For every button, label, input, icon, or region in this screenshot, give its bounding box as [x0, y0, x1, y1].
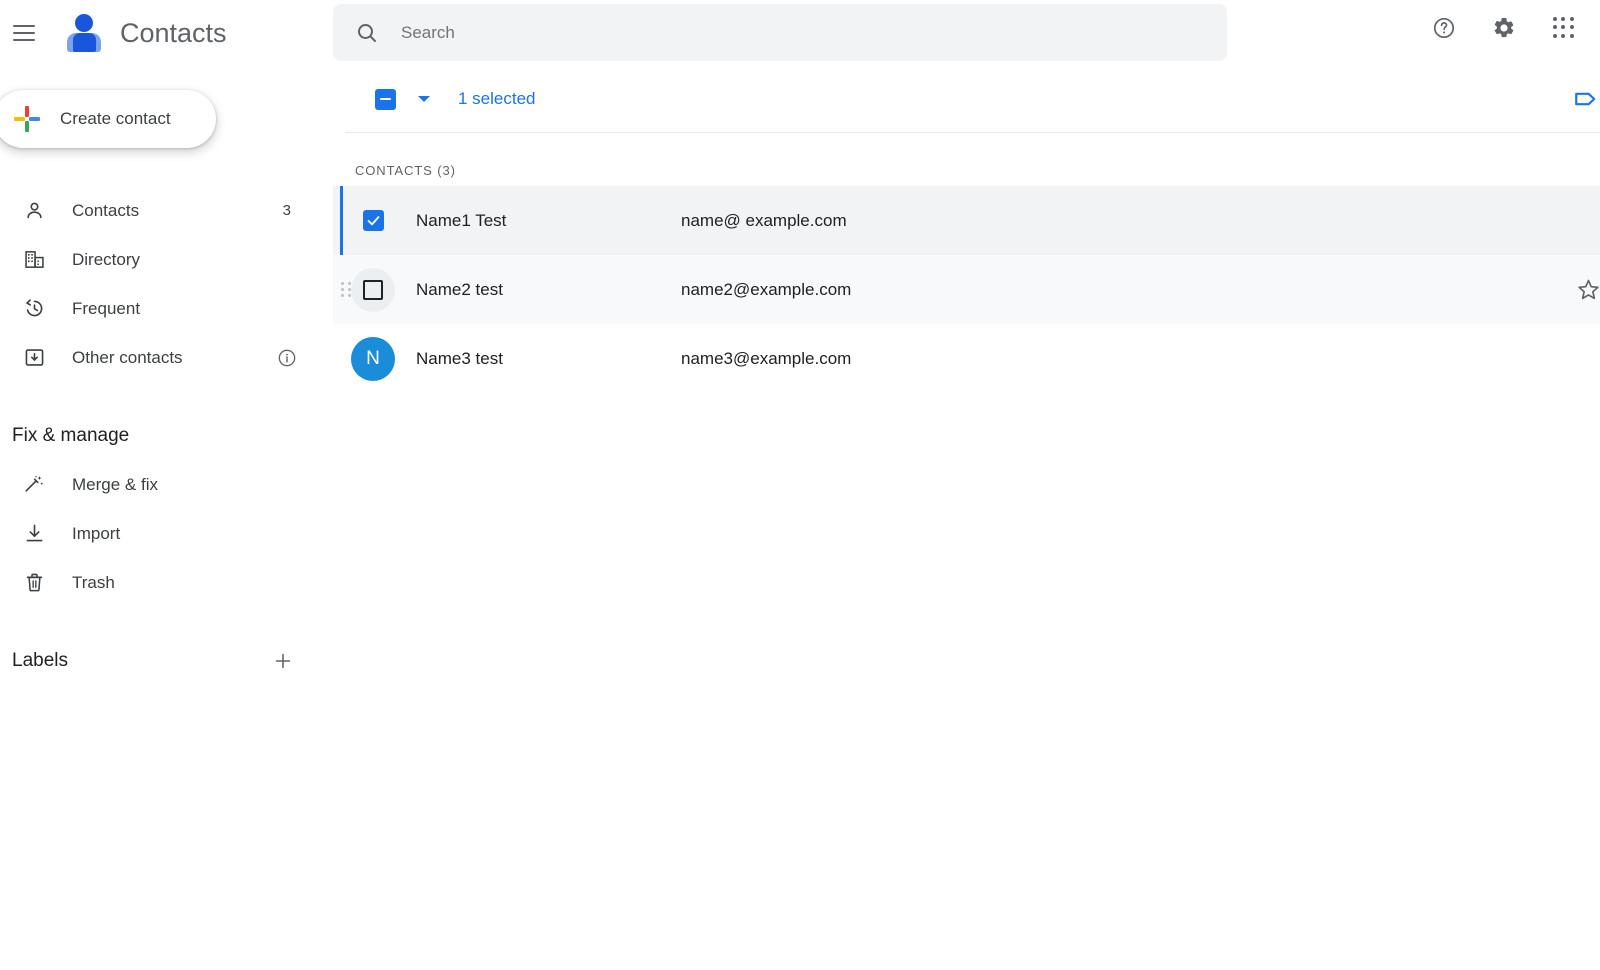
download-icon	[22, 522, 46, 546]
sidebar-item-label: Contacts	[72, 200, 140, 220]
gear-icon[interactable]	[1480, 4, 1528, 52]
person-icon	[22, 199, 46, 223]
labels-heading: Labels	[12, 650, 68, 671]
trash-icon	[22, 571, 46, 595]
table-row[interactable]: N Name3 test name3@example.com	[333, 324, 1600, 393]
labels-section-header: Labels	[0, 637, 325, 685]
sidebar-item-trash[interactable]: Trash	[0, 558, 325, 607]
history-icon	[22, 297, 46, 321]
create-contact-button[interactable]: Create contact	[0, 90, 216, 148]
search-icon	[355, 21, 379, 45]
sidebar-item-label: Merge & fix	[72, 474, 158, 494]
select-all-checkbox[interactable]	[363, 77, 407, 121]
sidebar: Create contact Contacts 3 Directory Freq…	[0, 66, 333, 970]
contacts-list-header: CONTACTS (3)	[333, 150, 1600, 190]
row-leading: N	[333, 324, 413, 393]
sidebar-item-contacts[interactable]: Contacts 3	[0, 186, 325, 235]
sidebar-item-label: Frequent	[72, 298, 141, 318]
row-leading	[333, 255, 413, 324]
row-checkbox[interactable]	[351, 199, 395, 243]
selection-toolbar: 1 selected	[333, 66, 1600, 132]
top-bar-actions	[1420, 4, 1588, 52]
table-row[interactable]: Name2 test name2@example.com	[333, 255, 1600, 324]
sidebar-item-directory[interactable]: Directory	[0, 235, 325, 284]
top-app-bar: Contacts	[0, 0, 1600, 66]
toolbar-divider	[345, 132, 1600, 133]
unchecked-checkbox-icon	[363, 279, 383, 300]
checked-checkbox-icon	[362, 210, 384, 231]
avatar[interactable]: N	[351, 336, 395, 381]
chevron-down-icon[interactable]	[409, 84, 439, 114]
contacts-count: 3	[282, 202, 291, 219]
tag-label-icon[interactable]	[1564, 77, 1600, 121]
contact-name: Name3 test	[416, 348, 503, 368]
search-input[interactable]	[401, 22, 1101, 43]
contact-name: Name2 test	[416, 279, 503, 299]
brand[interactable]: Contacts	[62, 12, 227, 54]
sidebar-item-import[interactable]: Import	[0, 509, 325, 558]
row-checkbox[interactable]	[351, 267, 395, 312]
multicolor-plus-icon	[14, 106, 40, 132]
contacts-app: Contacts Search Create contact Contacts …	[0, 0, 1600, 970]
contact-email: name2@example.com	[681, 279, 852, 299]
main-content: 1 selected CONTACTS (3) Name1 Test name@…	[333, 66, 1600, 970]
contacts-list: Name1 Test name@ example.com Name2 test …	[333, 186, 1600, 393]
search-box[interactable]	[333, 4, 1227, 61]
apps-grid-icon[interactable]	[1540, 4, 1588, 52]
hamburger-menu-icon	[13, 25, 35, 41]
building-icon	[22, 248, 46, 272]
star-outline-icon[interactable]	[1566, 268, 1600, 312]
contacts-count-header: CONTACTS (3)	[355, 162, 456, 178]
plus-icon[interactable]	[267, 645, 299, 677]
selected-count-label: 1 selected	[458, 89, 536, 108]
app-title: Contacts	[120, 17, 227, 48]
sidebar-item-label: Import	[72, 523, 121, 543]
magic-wand-icon	[22, 473, 46, 497]
sidebar-nav: Contacts 3 Directory Frequent Other cont…	[0, 186, 325, 685]
contact-email: name@ example.com	[681, 210, 847, 230]
sidebar-item-label: Trash	[72, 572, 115, 592]
sidebar-item-label: Directory	[72, 249, 141, 269]
drag-handle-icon[interactable]	[341, 281, 352, 298]
avatar-initial: N	[366, 347, 380, 369]
hamburger-menu-button[interactable]	[0, 9, 48, 57]
create-contact-label: Create contact	[60, 109, 171, 128]
sidebar-item-other-contacts[interactable]: Other contacts	[0, 333, 325, 382]
info-circle-icon[interactable]	[277, 348, 297, 368]
contact-email: name3@example.com	[681, 348, 852, 368]
fix-and-manage-heading: Fix & manage	[12, 425, 130, 446]
selection-actions	[1564, 77, 1600, 121]
contact-name: Name1 Test	[416, 210, 507, 230]
table-row[interactable]: Name1 Test name@ example.com	[333, 186, 1600, 255]
sidebar-item-frequent[interactable]: Frequent	[0, 284, 325, 333]
indeterminate-checkbox-icon	[374, 88, 396, 110]
help-icon[interactable]	[1420, 4, 1468, 52]
contacts-person-logo-icon	[62, 12, 106, 54]
archive-icon	[22, 346, 46, 370]
sidebar-item-merge-and-fix[interactable]: Merge & fix	[0, 460, 325, 509]
row-leading	[333, 186, 413, 255]
sidebar-item-label: Other contacts	[72, 347, 183, 367]
